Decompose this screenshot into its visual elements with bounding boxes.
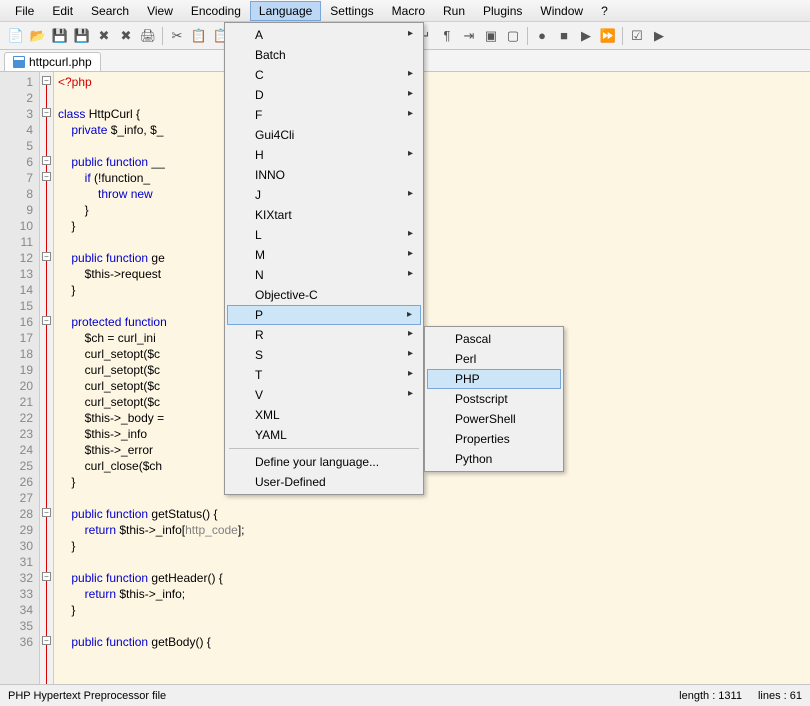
menu-search[interactable]: Search bbox=[82, 1, 138, 21]
lang-item-xml[interactable]: XML bbox=[227, 405, 421, 425]
menu-edit[interactable]: Edit bbox=[43, 1, 82, 21]
lang-item-h[interactable]: H bbox=[227, 145, 421, 165]
lang-item-v[interactable]: V bbox=[227, 385, 421, 405]
cut-icon[interactable]: ✂ bbox=[167, 26, 187, 46]
fold-toggle[interactable]: − bbox=[42, 508, 51, 517]
status-filetype: PHP Hypertext Preprocessor file bbox=[8, 690, 166, 702]
fold-toggle[interactable]: − bbox=[42, 76, 51, 85]
menu-plugins[interactable]: Plugins bbox=[474, 1, 531, 21]
file-icon bbox=[13, 56, 25, 68]
tab-httpcurl[interactable]: httpcurl.php bbox=[4, 52, 101, 71]
language-p-submenu: PascalPerlPHPPostscriptPowerShellPropert… bbox=[424, 326, 564, 472]
lang-item-inno[interactable]: INNO bbox=[227, 165, 421, 185]
lang-item-user-defined[interactable]: User-Defined bbox=[227, 472, 421, 492]
status-length: length : 1311 bbox=[679, 690, 742, 702]
menu-run[interactable]: Run bbox=[434, 1, 474, 21]
lang-item-a[interactable]: A bbox=[227, 25, 421, 45]
lang-item-n[interactable]: N bbox=[227, 265, 421, 285]
lang-item-t[interactable]: T bbox=[227, 365, 421, 385]
lang-item-j[interactable]: J bbox=[227, 185, 421, 205]
lang-item-define-your-language-[interactable]: Define your language... bbox=[227, 452, 421, 472]
lang-item-p[interactable]: P bbox=[227, 305, 421, 325]
toggle-icon[interactable]: ☑ bbox=[627, 26, 647, 46]
language-menu: ABatchCDFGui4CliHINNOJKIXtartLMNObjectiv… bbox=[224, 22, 424, 495]
menubar: FileEditSearchViewEncodingLanguageSettin… bbox=[0, 0, 810, 22]
menu-settings[interactable]: Settings bbox=[321, 1, 382, 21]
lang-item-d[interactable]: D bbox=[227, 85, 421, 105]
unfold-icon[interactable]: ▢ bbox=[503, 26, 523, 46]
all-chars-icon[interactable]: ¶ bbox=[437, 26, 457, 46]
menu-view[interactable]: View bbox=[138, 1, 182, 21]
lang-item-s[interactable]: S bbox=[227, 345, 421, 365]
lang-item-gui4cli[interactable]: Gui4Cli bbox=[227, 125, 421, 145]
tab-label: httpcurl.php bbox=[29, 55, 92, 69]
fast-icon[interactable]: ⏩ bbox=[598, 26, 618, 46]
fold-toggle[interactable]: − bbox=[42, 156, 51, 165]
indent-icon[interactable]: ⇥ bbox=[459, 26, 479, 46]
status-lines: lines : 61 bbox=[758, 690, 802, 702]
menu-language[interactable]: Language bbox=[250, 1, 321, 21]
lang-p-pascal[interactable]: Pascal bbox=[427, 329, 561, 349]
stop-icon[interactable]: ■ bbox=[554, 26, 574, 46]
save-icon[interactable]: 💾 bbox=[50, 26, 70, 46]
fold-toggle[interactable]: − bbox=[42, 252, 51, 261]
menu-encoding[interactable]: Encoding bbox=[182, 1, 250, 21]
fold-toggle[interactable]: − bbox=[42, 636, 51, 645]
lang-item-f[interactable]: F bbox=[227, 105, 421, 125]
lang-item-m[interactable]: M bbox=[227, 245, 421, 265]
run-icon[interactable]: ▶ bbox=[649, 26, 669, 46]
menu-window[interactable]: Window bbox=[531, 1, 592, 21]
record-icon[interactable]: ● bbox=[532, 26, 552, 46]
play-icon[interactable]: ▶ bbox=[576, 26, 596, 46]
new-icon[interactable]: 📄 bbox=[6, 26, 26, 46]
lang-item-c[interactable]: C bbox=[227, 65, 421, 85]
lang-item-batch[interactable]: Batch bbox=[227, 45, 421, 65]
lang-item-yaml[interactable]: YAML bbox=[227, 425, 421, 445]
fold-margin[interactable]: − − − − − − − − − bbox=[40, 72, 54, 684]
menu-file[interactable]: File bbox=[6, 1, 43, 21]
lang-p-postscript[interactable]: Postscript bbox=[427, 389, 561, 409]
lang-item-l[interactable]: L bbox=[227, 225, 421, 245]
line-number-gutter: 1234567891011121314151617181920212223242… bbox=[0, 72, 40, 684]
print-icon[interactable]: 🖨 bbox=[138, 26, 158, 46]
fold-toggle[interactable]: − bbox=[42, 572, 51, 581]
lang-p-python[interactable]: Python bbox=[427, 449, 561, 469]
lang-p-php[interactable]: PHP bbox=[427, 369, 561, 389]
fold-icon[interactable]: ▣ bbox=[481, 26, 501, 46]
lang-item-r[interactable]: R bbox=[227, 325, 421, 345]
fold-toggle[interactable]: − bbox=[42, 316, 51, 325]
close-icon[interactable]: ✖ bbox=[94, 26, 114, 46]
save-all-icon[interactable]: 💾 bbox=[72, 26, 92, 46]
copy-icon[interactable]: 📋 bbox=[189, 26, 209, 46]
lang-item-objective-c[interactable]: Objective-C bbox=[227, 285, 421, 305]
open-icon[interactable]: 📂 bbox=[28, 26, 48, 46]
lang-p-powershell[interactable]: PowerShell bbox=[427, 409, 561, 429]
fold-toggle[interactable]: − bbox=[42, 108, 51, 117]
menu-?[interactable]: ? bbox=[592, 1, 617, 21]
menu-macro[interactable]: Macro bbox=[383, 1, 434, 21]
close-all-icon[interactable]: ✖ bbox=[116, 26, 136, 46]
fold-toggle[interactable]: − bbox=[42, 172, 51, 181]
lang-p-perl[interactable]: Perl bbox=[427, 349, 561, 369]
lang-item-kixtart[interactable]: KIXtart bbox=[227, 205, 421, 225]
status-bar: PHP Hypertext Preprocessor file length :… bbox=[0, 684, 810, 706]
lang-p-properties[interactable]: Properties bbox=[427, 429, 561, 449]
